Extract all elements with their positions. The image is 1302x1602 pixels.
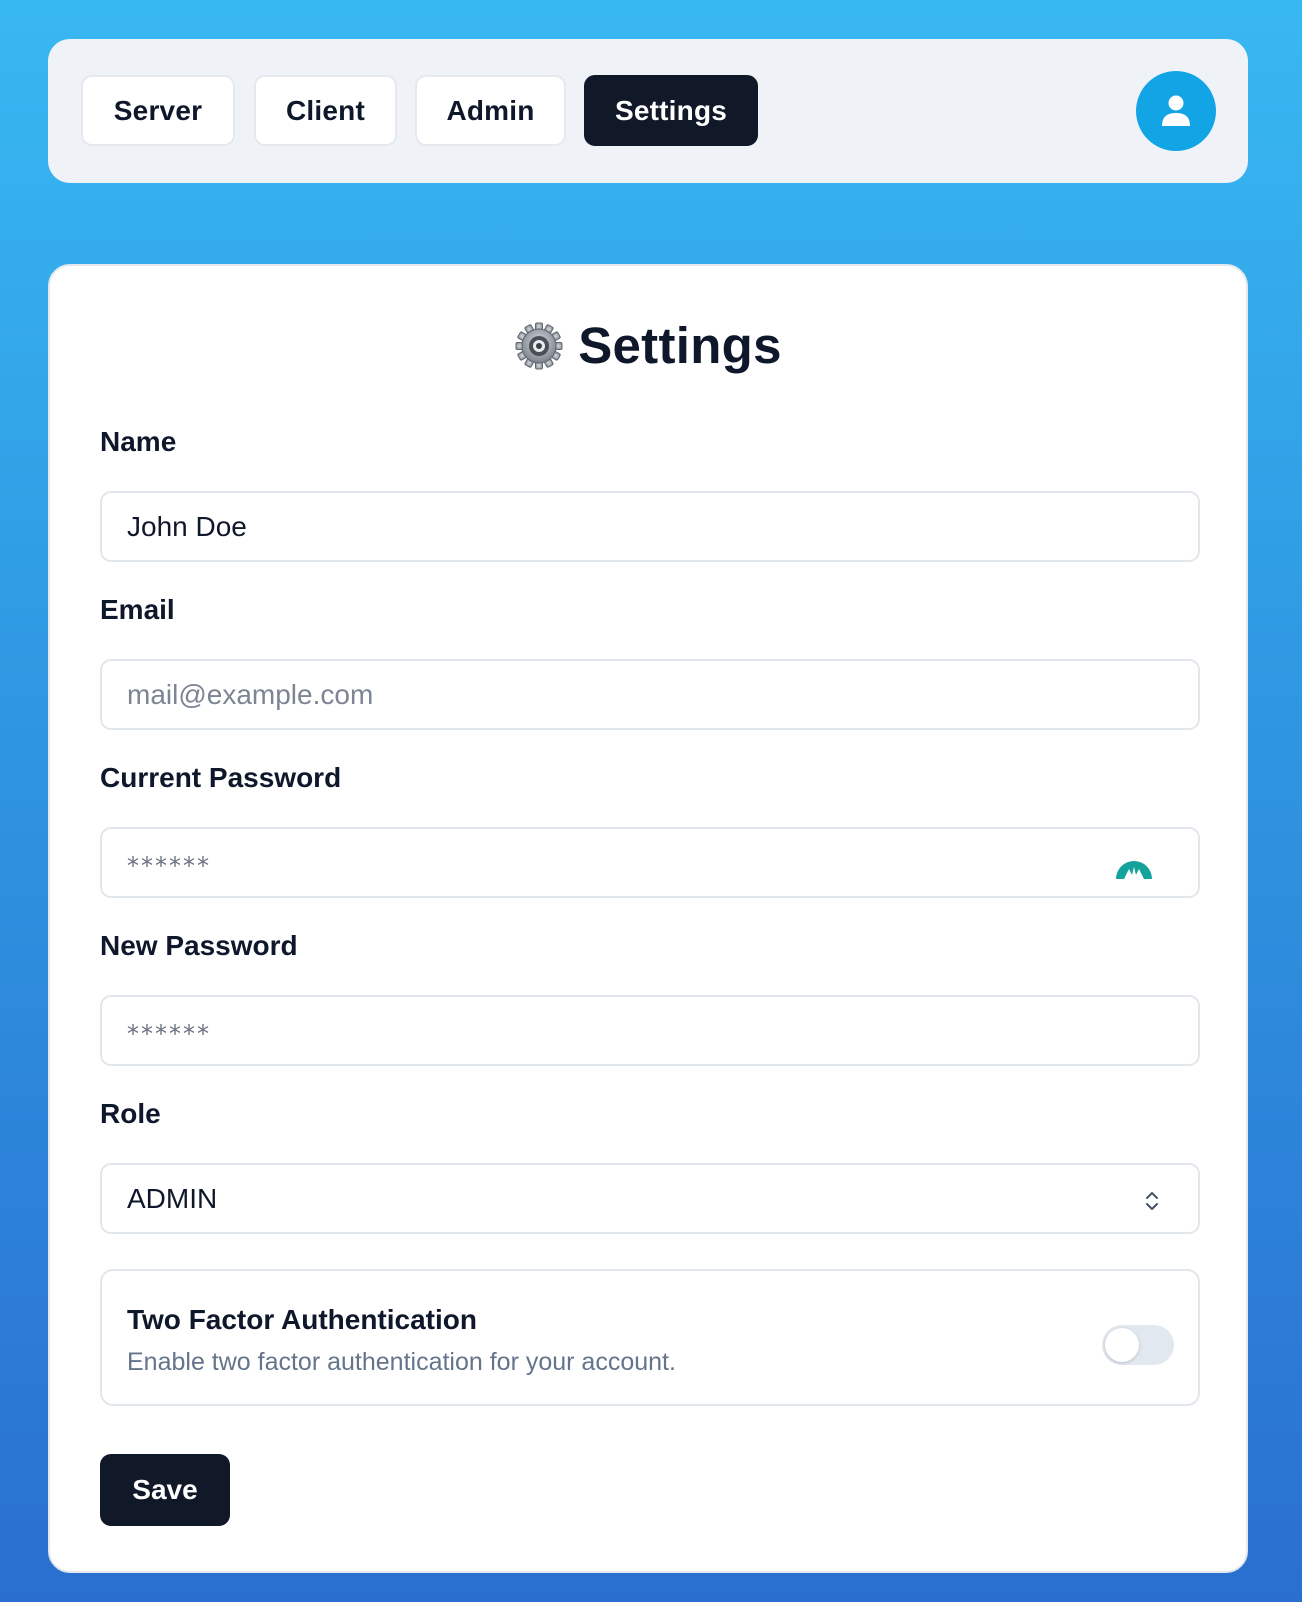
save-button[interactable]: Save <box>100 1454 230 1526</box>
current-password-value: ****** <box>127 851 211 880</box>
tab-server[interactable]: Server <box>81 75 235 146</box>
top-navigation: Server Client Admin Settings <box>48 39 1248 183</box>
two-factor-title: Two Factor Authentication <box>127 1304 477 1335</box>
settings-header: Settings <box>50 316 1246 375</box>
chevron-up-down-icon <box>1146 1192 1158 1210</box>
user-icon <box>1162 95 1190 126</box>
tab-admin[interactable]: Admin <box>415 75 566 146</box>
toggle-knob <box>1105 1328 1139 1362</box>
two-factor-panel: Two Factor Authentication Enable two fac… <box>100 1269 1200 1406</box>
tab-settings[interactable]: Settings <box>584 75 758 146</box>
tab-client[interactable]: Client <box>254 75 397 146</box>
role-select[interactable]: ADMIN <box>100 1163 1200 1234</box>
two-factor-toggle[interactable] <box>1102 1325 1174 1365</box>
role-selected-value: ADMIN <box>127 1182 218 1214</box>
new-password-value: ****** <box>127 1019 211 1048</box>
name-label: Name <box>100 426 177 457</box>
name-field[interactable] <box>100 491 1200 562</box>
password-manager-icon[interactable] <box>1114 845 1154 881</box>
current-password-label: Current Password <box>100 762 342 793</box>
new-password-label: New Password <box>100 930 298 961</box>
email-field[interactable] <box>100 659 1200 730</box>
email-label: Email <box>100 594 175 625</box>
role-label: Role <box>100 1098 161 1129</box>
current-password-field[interactable]: ****** <box>100 827 1200 898</box>
new-password-field[interactable]: ****** <box>100 995 1200 1066</box>
page-title: Settings <box>578 317 782 374</box>
gear-icon <box>515 322 563 369</box>
email-input[interactable] <box>127 678 1077 711</box>
settings-card: Settings Name Email Current Password ***… <box>48 264 1248 1573</box>
user-avatar-button[interactable] <box>1136 71 1216 151</box>
two-factor-description: Enable two factor authentication for you… <box>127 1348 676 1376</box>
name-input[interactable] <box>127 510 1077 543</box>
